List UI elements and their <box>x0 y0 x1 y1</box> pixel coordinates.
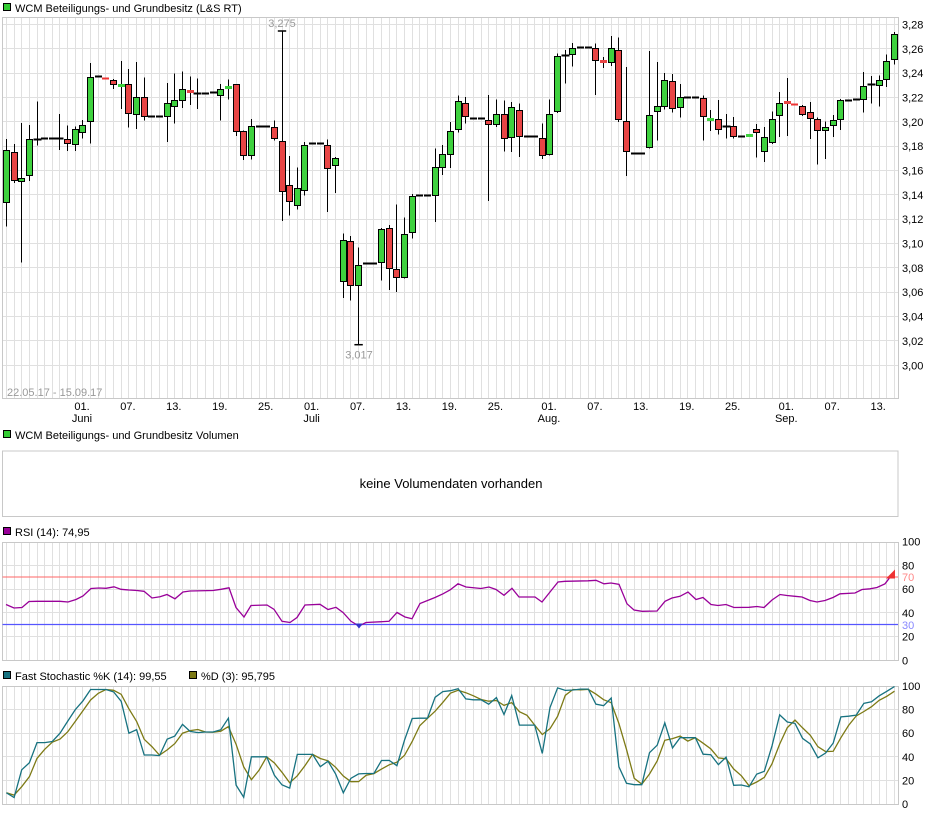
svg-text:70: 70 <box>902 572 914 584</box>
svg-text:13.: 13. <box>166 401 181 413</box>
svg-text:100: 100 <box>902 681 920 693</box>
svg-text:07.: 07. <box>120 401 135 413</box>
svg-text:30: 30 <box>902 620 914 632</box>
svg-text:07.: 07. <box>825 401 840 413</box>
svg-text:25.: 25. <box>488 401 503 413</box>
svg-text:0: 0 <box>902 799 908 811</box>
svg-text:3,16: 3,16 <box>902 166 923 178</box>
svg-text:01.: 01. <box>779 401 794 413</box>
svg-text:Juli: Juli <box>303 413 320 425</box>
svg-text:13.: 13. <box>396 401 411 413</box>
svg-text:3,10: 3,10 <box>902 239 923 251</box>
svg-text:80: 80 <box>902 560 914 572</box>
svg-text:19.: 19. <box>212 401 227 413</box>
svg-text:3,017: 3,017 <box>345 350 373 362</box>
svg-text:3,18: 3,18 <box>902 141 923 153</box>
svg-text:3,04: 3,04 <box>902 312 923 324</box>
svg-text:3,20: 3,20 <box>902 117 923 129</box>
svg-text:01.: 01. <box>541 401 556 413</box>
svg-text:19.: 19. <box>679 401 694 413</box>
svg-text:Fast Stochastic %K (14): 99,55: Fast Stochastic %K (14): 99,55 <box>15 671 167 683</box>
svg-text:01.: 01. <box>304 401 319 413</box>
svg-text:WCM Beteiligungs- und Grundbes: WCM Beteiligungs- und Grundbesitz (L&S R… <box>15 3 242 15</box>
svg-text:13.: 13. <box>633 401 648 413</box>
svg-text:13.: 13. <box>871 401 886 413</box>
svg-text:3,06: 3,06 <box>902 287 923 299</box>
svg-text:20: 20 <box>902 632 914 644</box>
svg-text:3,00: 3,00 <box>902 360 923 372</box>
svg-text:3,12: 3,12 <box>902 214 923 226</box>
svg-text:25.: 25. <box>258 401 273 413</box>
svg-text:80: 80 <box>902 705 914 717</box>
svg-text:keine Volumendaten vorhanden: keine Volumendaten vorhanden <box>360 476 543 491</box>
svg-text:3,275: 3,275 <box>268 18 296 30</box>
svg-text:%D (3): 95,795: %D (3): 95,795 <box>201 671 275 683</box>
svg-text:WCM Beteiligungs- und Grundbes: WCM Beteiligungs- und Grundbesitz Volume… <box>15 430 239 442</box>
svg-text:Aug.: Aug. <box>538 413 561 425</box>
svg-text:60: 60 <box>902 584 914 596</box>
svg-text:40: 40 <box>902 752 914 764</box>
svg-text:3,02: 3,02 <box>902 336 923 348</box>
svg-text:3,14: 3,14 <box>902 190 923 202</box>
svg-text:3,28: 3,28 <box>902 20 923 32</box>
svg-text:40: 40 <box>902 608 914 620</box>
svg-text:22.05.17 - 15.09.17: 22.05.17 - 15.09.17 <box>7 387 102 399</box>
svg-text:3,26: 3,26 <box>902 44 923 56</box>
svg-text:60: 60 <box>902 728 914 740</box>
svg-text:3,24: 3,24 <box>902 68 923 80</box>
svg-text:3,22: 3,22 <box>902 93 923 105</box>
svg-text:20: 20 <box>902 775 914 787</box>
svg-text:Sep.: Sep. <box>775 413 798 425</box>
svg-text:3,08: 3,08 <box>902 263 923 275</box>
svg-text:07.: 07. <box>587 401 602 413</box>
svg-text:Juni: Juni <box>72 413 92 425</box>
svg-text:25.: 25. <box>725 401 740 413</box>
svg-text:100: 100 <box>902 537 920 549</box>
svg-text:RSI (14): 74,95: RSI (14): 74,95 <box>15 527 90 539</box>
svg-text:07.: 07. <box>350 401 365 413</box>
svg-text:01.: 01. <box>74 401 89 413</box>
svg-text:0: 0 <box>902 656 908 668</box>
svg-text:19.: 19. <box>442 401 457 413</box>
